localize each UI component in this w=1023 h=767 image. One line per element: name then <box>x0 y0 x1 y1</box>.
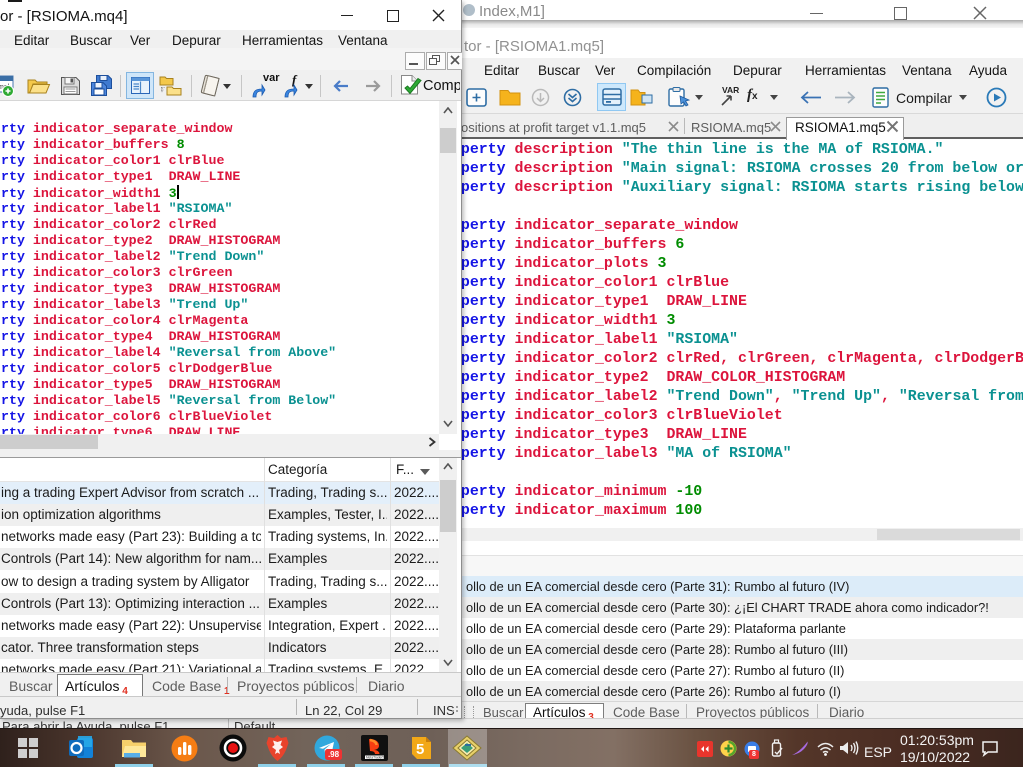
svg-text:5: 5 <box>416 741 424 758</box>
svg-text:MetaTrader5: MetaTrader5 <box>366 756 384 760</box>
